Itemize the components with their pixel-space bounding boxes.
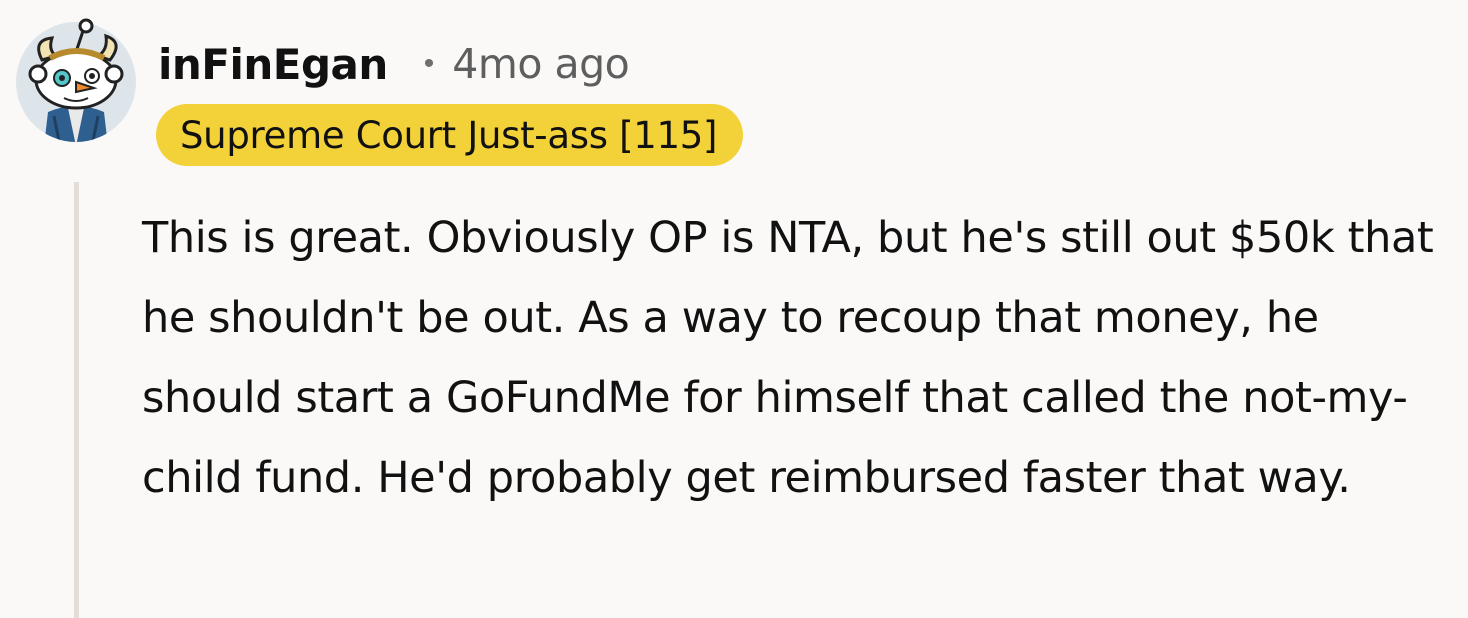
comment-text: This is great. Obviously OP is NTA, but … xyxy=(142,213,1434,503)
username-link[interactable]: inFinEgan xyxy=(158,40,388,89)
user-flair-badge: Supreme Court Just-ass [115] xyxy=(156,104,744,166)
comment-body: This is great. Obviously OP is NTA, but … xyxy=(142,198,1454,518)
meta-separator: • xyxy=(423,47,435,80)
comment-header: inFinEgan • 4mo ago xyxy=(158,36,630,92)
timestamp[interactable]: 4mo ago xyxy=(452,40,629,88)
snoo-avatar-icon xyxy=(16,18,136,142)
user-avatar[interactable] xyxy=(14,16,138,146)
thread-line[interactable] xyxy=(74,182,79,618)
